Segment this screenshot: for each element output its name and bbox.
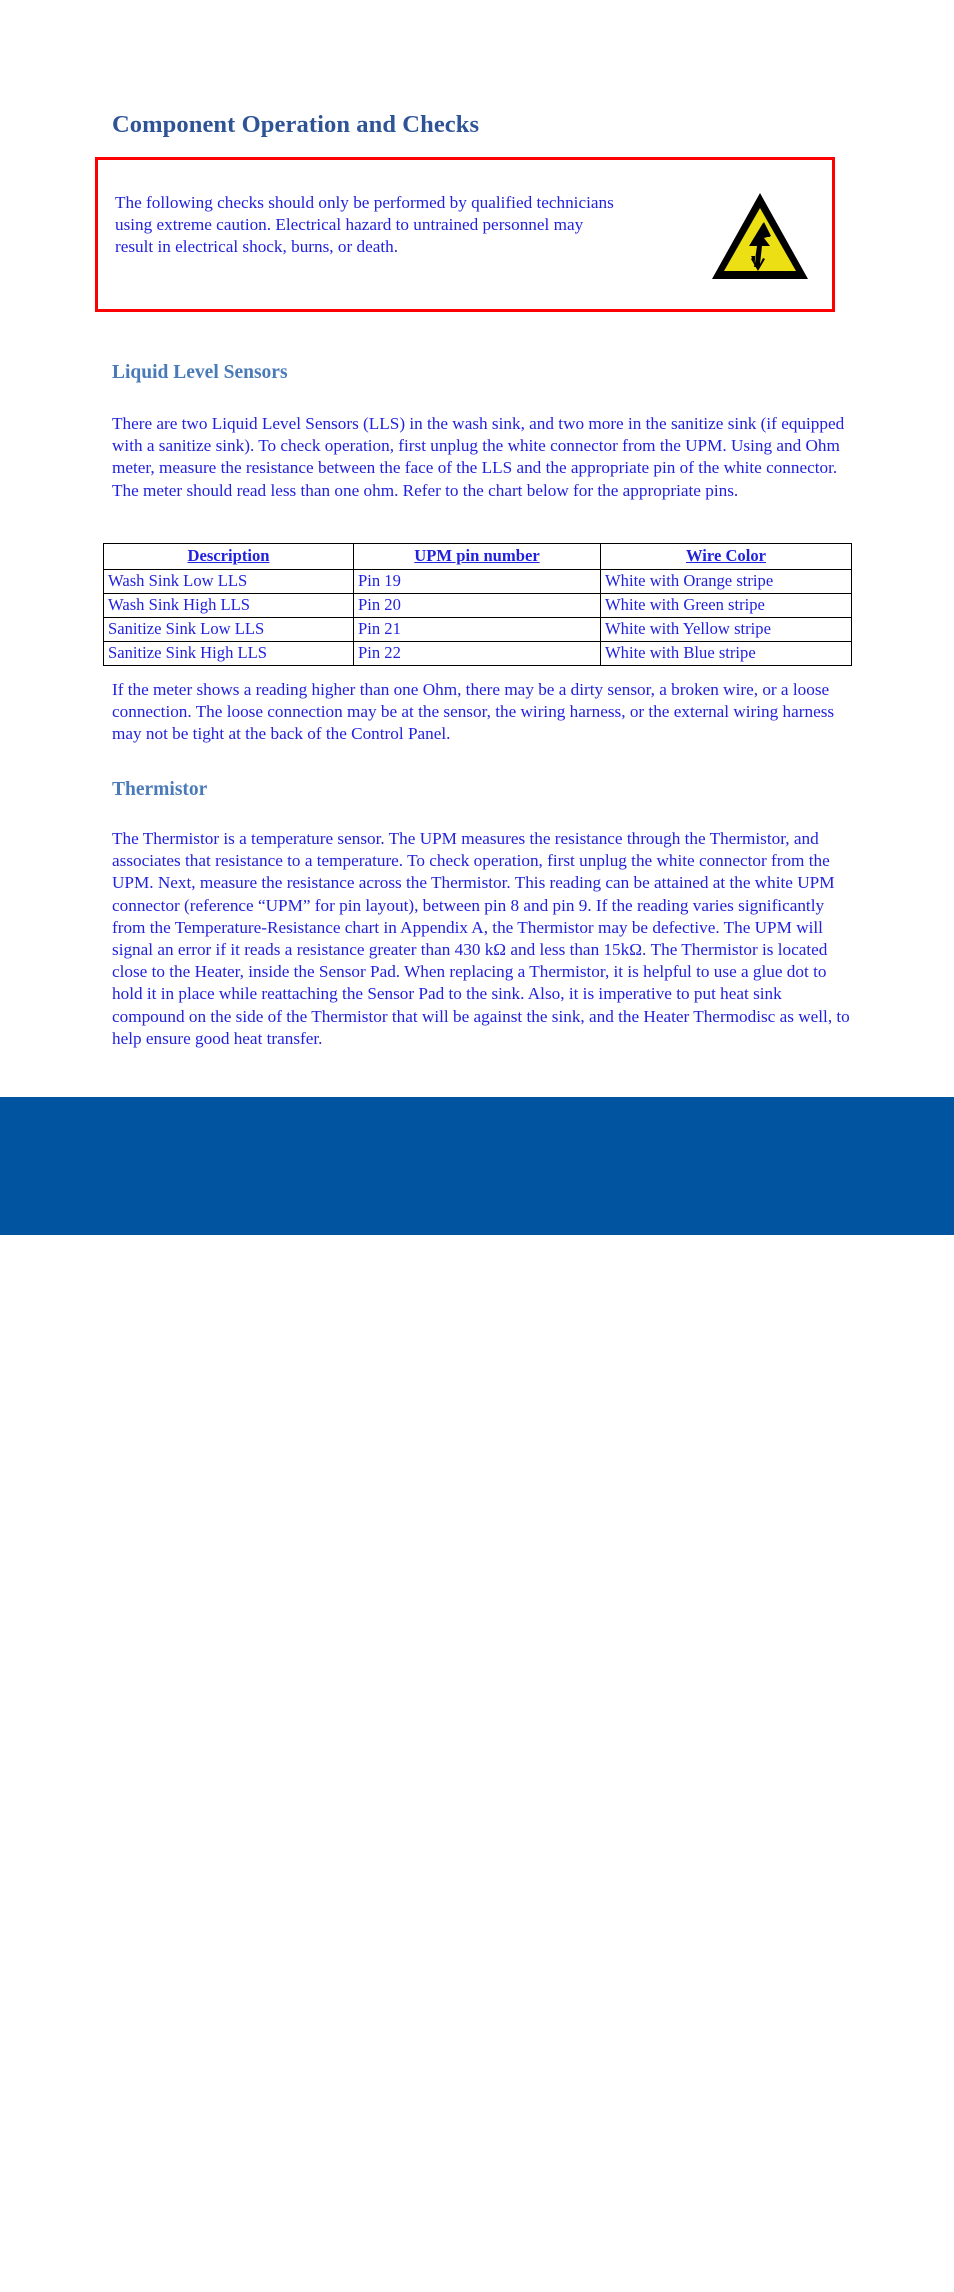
cell-description: Sanitize Sink Low LLS — [103, 617, 354, 642]
wave-swoosh-icon — [578, 2229, 688, 2281]
page-footer-bar: 7 Power Soak ® — [0, 1097, 954, 2280]
warning-callout-box: The following checks should only be perf… — [95, 157, 835, 312]
section-heading-liquid-level-sensors: Liquid Level Sensors — [112, 362, 288, 383]
table-header-wire-color: Wire Color — [600, 543, 852, 570]
page-number: 7 — [826, 2217, 837, 2241]
cell-wire-color: White with Green stripe — [600, 593, 852, 618]
power-soak-logo: Power Soak ® — [238, 2222, 688, 2292]
table-row: Wash Sink High LLS Pin 20 White with Gre… — [103, 593, 852, 618]
warning-text: The following checks should only be perf… — [115, 193, 614, 257]
cell-pin: Pin 21 — [353, 617, 601, 642]
document-page: Component Operation and Checks The follo… — [0, 0, 954, 2280]
table-header-upm-pin-number: UPM pin number — [353, 543, 601, 570]
table-header-description: Description — [103, 543, 354, 570]
cell-description: Wash Sink Low LLS — [103, 569, 354, 594]
logo-wordmark: Power Soak — [238, 2221, 528, 2280]
page-title: Component Operation and Checks — [112, 111, 480, 138]
cell-wire-color: White with Orange stripe — [600, 569, 852, 594]
electrical-hazard-triangle-icon — [707, 183, 813, 289]
cell-pin: Pin 22 — [353, 641, 601, 666]
cell-pin: Pin 19 — [353, 569, 601, 594]
cell-wire-color: White with Blue stripe — [600, 641, 852, 666]
table-row: Sanitize Sink Low LLS Pin 21 White with … — [103, 617, 852, 642]
lls-pin-table: Description UPM pin number Wire Color Wa… — [103, 543, 852, 666]
paragraph-lls-troubleshooting: If the meter shows a reading higher than… — [112, 680, 835, 744]
registered-trademark-icon: ® — [567, 2233, 577, 2248]
table-row: Wash Sink Low LLS Pin 19 White with Oran… — [103, 569, 852, 594]
section-heading-thermistor: Thermistor — [112, 779, 208, 800]
paragraph-lls-intro: There are two Liquid Level Sensors (LLS)… — [112, 414, 845, 500]
cell-description: Sanitize Sink High LLS — [103, 641, 354, 666]
paragraph-thermistor: The Thermistor is a temperature sensor. … — [112, 829, 850, 1048]
cell-pin: Pin 20 — [353, 593, 601, 618]
table-row: Sanitize Sink High LLS Pin 22 White with… — [103, 641, 852, 666]
table-header-row: Description UPM pin number Wire Color — [103, 543, 852, 570]
cell-description: Wash Sink High LLS — [103, 593, 354, 618]
cell-wire-color: White with Yellow stripe — [600, 617, 852, 642]
